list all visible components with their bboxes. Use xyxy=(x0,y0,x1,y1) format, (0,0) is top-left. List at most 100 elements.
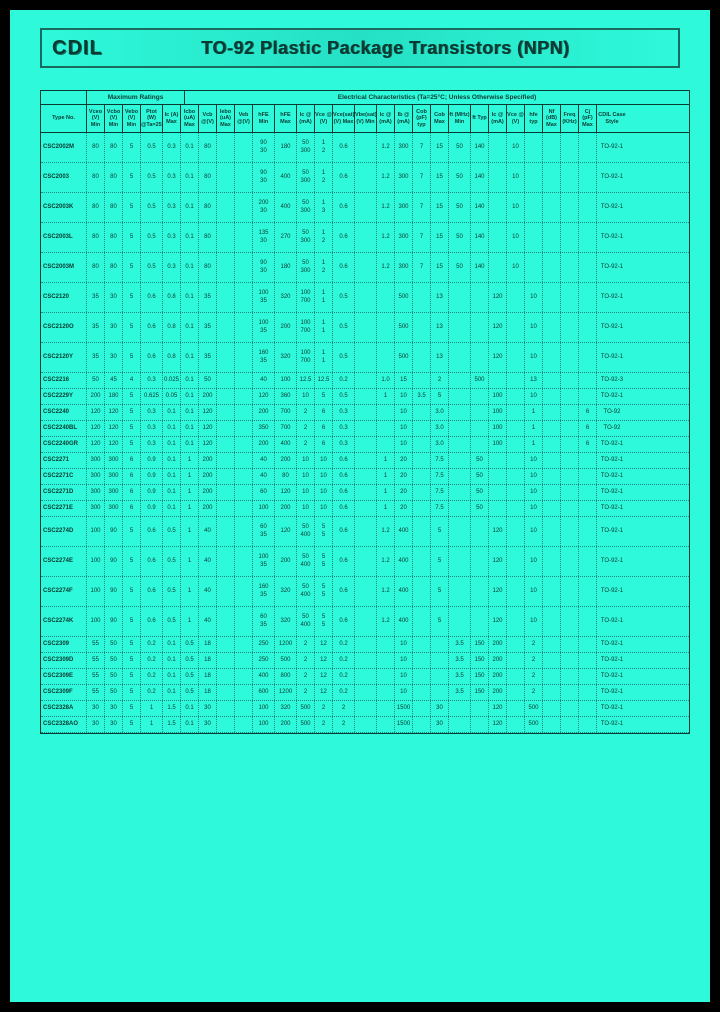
data-cell xyxy=(561,313,579,342)
data-cell xyxy=(579,163,597,192)
data-cell: 35 xyxy=(87,343,105,372)
data-cell: 700 xyxy=(275,421,297,436)
data-cell xyxy=(489,485,507,500)
header-group-row: Maximum Ratings Electrical Characteristi… xyxy=(41,91,689,105)
data-cell xyxy=(579,653,597,668)
data-cell: 1 xyxy=(141,717,163,732)
data-cell: 400 xyxy=(275,193,297,222)
data-cell xyxy=(235,577,253,606)
data-cell: 40 xyxy=(199,547,217,576)
data-cell: 120 xyxy=(489,577,507,606)
data-cell: 700 xyxy=(275,405,297,420)
data-cell xyxy=(355,453,377,468)
data-cell xyxy=(543,313,561,342)
data-cell xyxy=(561,669,579,684)
data-cell: 360 xyxy=(275,389,297,404)
data-cell xyxy=(413,373,431,388)
data-cell: 2 xyxy=(297,653,315,668)
table-row: CSC2229Y20018050.6250.050.12001203601050… xyxy=(41,389,689,405)
page-title: TO-92 Plastic Package Transistors (NPN) xyxy=(103,38,668,59)
data-cell: 80 xyxy=(105,163,123,192)
data-cell xyxy=(507,637,525,652)
data-cell xyxy=(561,133,579,162)
data-cell: 2 xyxy=(297,637,315,652)
data-cell: 0.1 xyxy=(181,223,199,252)
data-cell: 2 xyxy=(297,405,315,420)
data-cell xyxy=(355,485,377,500)
data-cell: 2 xyxy=(297,669,315,684)
data-cell xyxy=(543,577,561,606)
data-cell: 140 xyxy=(471,193,489,222)
data-cell: 80 xyxy=(199,163,217,192)
data-cell: 5 xyxy=(123,717,141,732)
data-cell: 0.6 xyxy=(141,517,163,546)
data-cell: 100 700 xyxy=(297,313,315,342)
data-cell xyxy=(507,343,525,372)
data-cell: 10 xyxy=(507,133,525,162)
data-cell xyxy=(579,253,597,282)
data-cell: 0.3 xyxy=(141,421,163,436)
data-cell: 200 xyxy=(489,685,507,700)
data-cell: 20 xyxy=(395,501,413,516)
table-row: CSC2274F1009050.60.5140160 35320 50 4005… xyxy=(41,577,689,607)
data-cell: 0.1 xyxy=(181,421,199,436)
column-headers: Type No.Vceo (V) MinVcbo (V) MinVebo (V)… xyxy=(41,105,689,133)
data-cell: 10 xyxy=(525,501,543,516)
data-cell: 0.3 xyxy=(141,373,163,388)
data-cell xyxy=(413,517,431,546)
data-cell: 50 300 xyxy=(297,193,315,222)
data-cell xyxy=(579,453,597,468)
data-cell: 80 xyxy=(105,253,123,282)
data-cell: 4 xyxy=(123,373,141,388)
data-cell: 100 xyxy=(87,547,105,576)
data-cell: 1 xyxy=(181,469,199,484)
data-cell: 50 300 xyxy=(297,253,315,282)
data-cell: 10 xyxy=(315,501,333,516)
data-cell: 120 xyxy=(489,283,507,312)
data-cell: 6 xyxy=(123,453,141,468)
col-header: CDIL Case Style xyxy=(597,105,627,132)
data-cell xyxy=(235,223,253,252)
table-row: CSC2328AO3030511.50.13010020050022150030… xyxy=(41,717,689,733)
data-cell xyxy=(507,701,525,716)
data-cell: 100 35 xyxy=(253,547,275,576)
data-cell: 0.6 xyxy=(141,283,163,312)
type-number-cell: CSC2240BL xyxy=(41,421,87,436)
data-cell: 80 xyxy=(105,223,123,252)
data-cell xyxy=(449,607,471,636)
data-cell: 10 xyxy=(525,517,543,546)
data-cell xyxy=(355,421,377,436)
data-cell: TO-92-1 xyxy=(597,437,627,452)
col-header: Ic @ (mA) xyxy=(489,105,507,132)
data-cell: 1 xyxy=(377,389,395,404)
data-cell xyxy=(543,517,561,546)
data-cell: 5 xyxy=(123,253,141,282)
data-cell: 5 xyxy=(123,517,141,546)
data-cell: 200 xyxy=(199,469,217,484)
data-cell: 10 xyxy=(525,389,543,404)
col-header: Vbe(sat) (V) Min xyxy=(355,105,377,132)
data-cell: 55 xyxy=(87,685,105,700)
data-cell: 300 xyxy=(395,253,413,282)
data-cell: 13 xyxy=(525,373,543,388)
data-cell: 50 xyxy=(471,469,489,484)
table-row: CSC2309E555050.20.10.5184008002120.2103.… xyxy=(41,669,689,685)
data-cell: 90 xyxy=(105,517,123,546)
data-cell: TO-92-1 xyxy=(597,453,627,468)
data-cell: 1 xyxy=(141,701,163,716)
data-cell: 500 xyxy=(395,313,413,342)
data-cell xyxy=(235,373,253,388)
data-cell: 0.2 xyxy=(333,373,355,388)
data-cell: 5 xyxy=(123,637,141,652)
data-cell xyxy=(413,701,431,716)
col-header: Vcbo (V) Min xyxy=(105,105,123,132)
data-cell: 0.1 xyxy=(181,163,199,192)
data-cell xyxy=(543,163,561,192)
data-cell: 13 xyxy=(431,283,449,312)
data-cell xyxy=(579,193,597,222)
data-cell: 35 xyxy=(199,343,217,372)
data-cell: TO-92-1 xyxy=(597,517,627,546)
col-header: ft (MHz) Min xyxy=(449,105,471,132)
table-body: CSC2002M808050.50.30.18090 30180 50 3001… xyxy=(41,133,689,733)
data-cell: 10 xyxy=(395,669,413,684)
